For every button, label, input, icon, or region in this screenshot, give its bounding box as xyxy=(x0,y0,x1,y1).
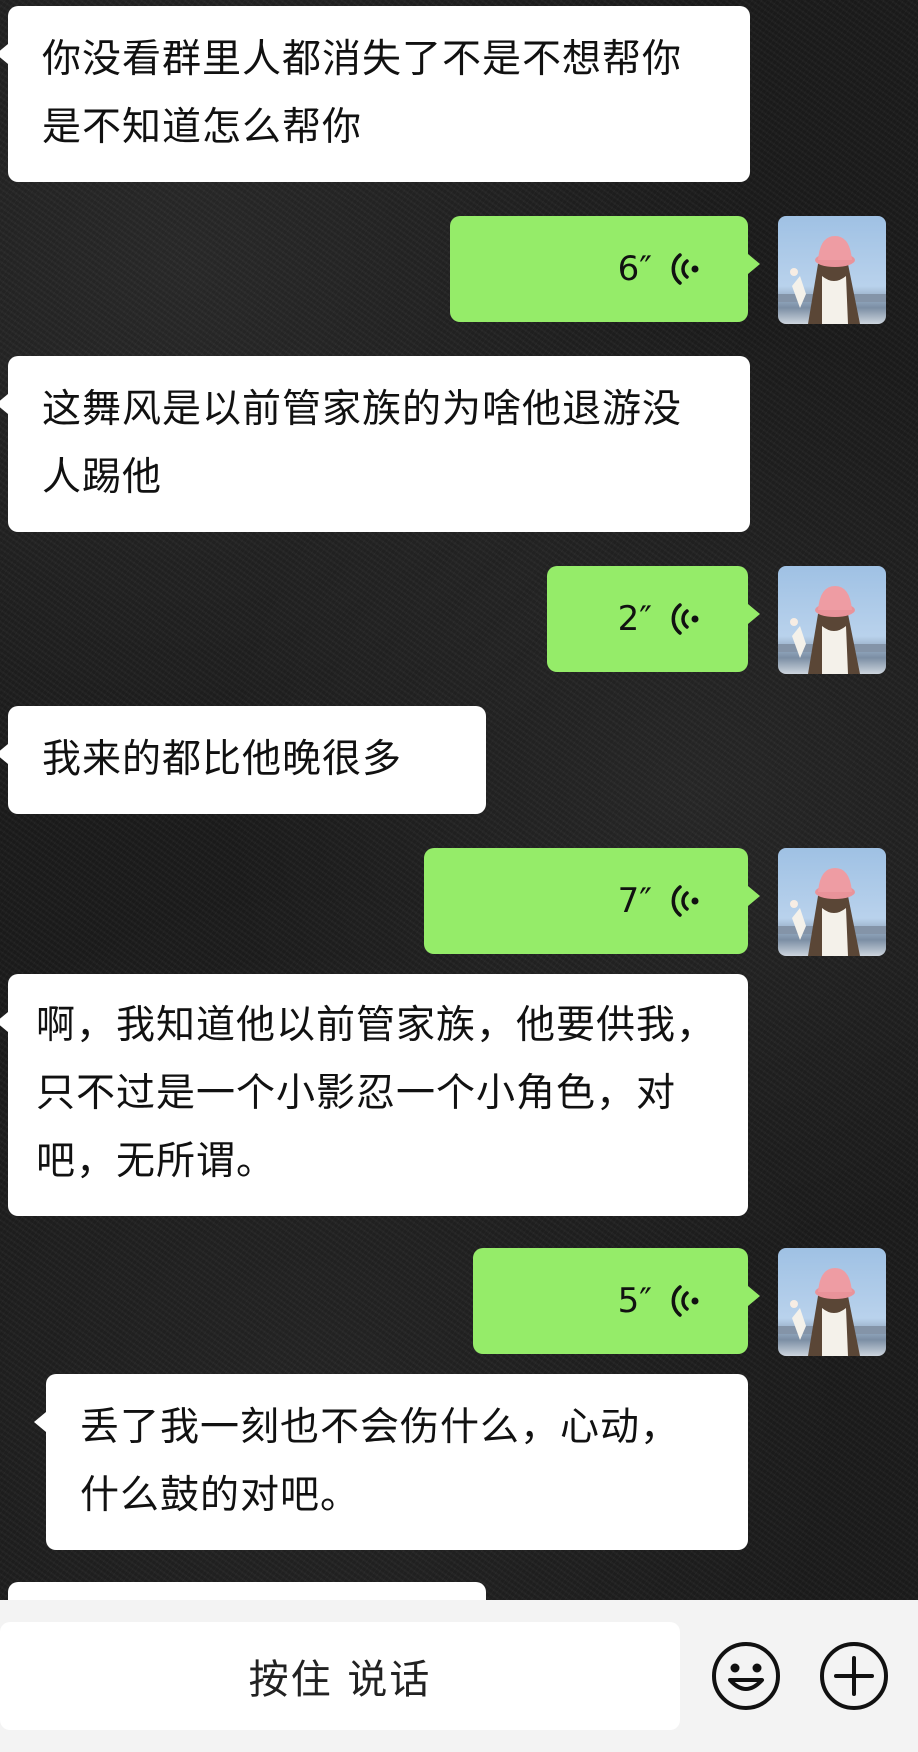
voice-wave-icon xyxy=(671,603,699,635)
message-text: 我来的都比他晚很多 xyxy=(42,737,403,782)
voice-message[interactable]: 7″ xyxy=(424,848,760,954)
message-text: 丢了我一刻也不会伤什么，心动，什么鼓的对吧。 xyxy=(80,1405,681,1518)
voice-duration: 2″ xyxy=(617,599,652,639)
input-bar: 按住 说话 xyxy=(0,1600,918,1752)
message-text: 啊，我知道他以前管家族，他要供我，只不过是一个小影忍一个小角色，对吧，无所谓。 xyxy=(36,1003,717,1184)
incoming-message[interactable]: 啊，我知道他以前管家族，他要供我，只不过是一个小影忍一个小角色，对吧，无所谓。 xyxy=(0,974,748,1216)
incoming-message[interactable]: 你没看群里人都消失了不是不想帮你是不知道怎么帮你 xyxy=(0,6,750,182)
voice-wave-icon xyxy=(671,1285,699,1317)
partial-message xyxy=(8,1582,486,1600)
voice-duration: 5″ xyxy=(617,1281,652,1321)
incoming-message[interactable]: 这舞风是以前管家族的为啥他退游没人踢他 xyxy=(0,356,750,532)
plus-circle-icon[interactable] xyxy=(818,1640,890,1712)
chat-area[interactable]: 你没看群里人都消失了不是不想帮你是不知道怎么帮你 6″ 这舞风是以前管家族的为啥… xyxy=(0,0,918,1600)
voice-wave-icon xyxy=(671,253,699,285)
message-text: 这舞风是以前管家族的为啥他退游没人踢他 xyxy=(42,387,683,500)
message-text: 你没看群里人都消失了不是不想帮你是不知道怎么帮你 xyxy=(42,37,683,150)
hold-to-talk-button[interactable]: 按住 说话 xyxy=(0,1622,680,1730)
avatar[interactable] xyxy=(778,848,886,956)
incoming-message[interactable]: 丢了我一刻也不会伤什么，心动，什么鼓的对吧。 xyxy=(34,1374,748,1550)
voice-message[interactable]: 2″ xyxy=(547,566,760,672)
avatar[interactable] xyxy=(778,1248,886,1356)
voice-duration: 7″ xyxy=(617,881,652,921)
voice-wave-icon xyxy=(671,885,699,917)
avatar[interactable] xyxy=(778,566,886,674)
incoming-message[interactable]: 我来的都比他晚很多 xyxy=(0,706,486,814)
smiley-face-icon[interactable] xyxy=(710,1640,782,1712)
voice-message[interactable]: 5″ xyxy=(473,1248,760,1354)
avatar[interactable] xyxy=(778,216,886,324)
voice-duration: 6″ xyxy=(617,249,652,289)
voice-message[interactable]: 6″ xyxy=(450,216,760,322)
